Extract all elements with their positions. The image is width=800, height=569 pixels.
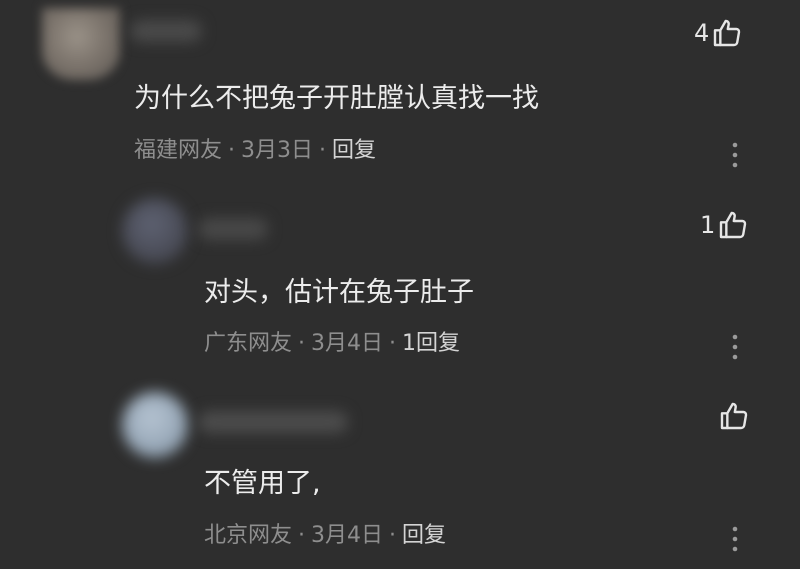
more-vertical-icon: [732, 334, 738, 360]
thumbs-up-icon: [720, 211, 747, 239]
like-count: 1: [700, 211, 716, 239]
separator: ·: [389, 523, 397, 548]
separator: ·: [298, 331, 306, 356]
reply-button[interactable]: 回复: [402, 523, 446, 548]
comment-meta: 福建网友 · 3月3日 · 回复: [134, 137, 376, 165]
comment-item: 1 对头，估计在兔子肚子 广东网友 · 3月4日 · 1回复: [0, 180, 800, 375]
comment-item: 不管用了, 北京网友 · 3月4日 · 回复: [0, 375, 800, 569]
comment-text: 为什么不把兔子开肚膛认真找一找: [134, 83, 539, 114]
separator: ·: [228, 138, 236, 163]
comment-meta: 北京网友 · 3月4日 · 回复: [204, 522, 446, 550]
comment-item: 4 为什么不把兔子开肚膛认真找一找 福建网友 · 3月3日 · 回复: [0, 0, 800, 180]
like-count: 4: [694, 19, 710, 47]
separator: ·: [298, 523, 306, 548]
like-button[interactable]: [716, 399, 750, 433]
username[interactable]: [130, 20, 202, 42]
more-vertical-icon: [732, 526, 738, 552]
region-label: 北京网友: [204, 523, 293, 548]
like-button[interactable]: 4: [694, 16, 743, 50]
region-label: 广东网友: [204, 331, 293, 356]
username[interactable]: [198, 218, 268, 240]
comment-thread: 4 为什么不把兔子开肚膛认真找一找 福建网友 · 3月3日 · 回复 1 对头，估计在兔…: [0, 0, 800, 569]
reply-button[interactable]: 回复: [332, 138, 376, 163]
separator: ·: [389, 331, 397, 356]
like-button[interactable]: 1: [700, 208, 749, 242]
comment-meta: 广东网友 · 3月4日 · 1回复: [204, 330, 460, 358]
thumbs-up-icon: [714, 19, 741, 47]
more-button[interactable]: [725, 524, 745, 554]
thumbs-up-icon: [720, 402, 748, 430]
avatar[interactable]: [42, 8, 120, 80]
reply-button[interactable]: 1回复: [402, 331, 460, 356]
more-button[interactable]: [725, 140, 745, 170]
comment-text: 不管用了,: [204, 468, 321, 499]
username[interactable]: [198, 411, 348, 433]
more-vertical-icon: [732, 142, 738, 168]
avatar[interactable]: [122, 392, 188, 458]
more-button[interactable]: [725, 332, 745, 362]
region-label: 福建网友: [134, 138, 223, 163]
comment-text: 对头，估计在兔子肚子: [204, 277, 474, 308]
date-label: 3月4日: [311, 331, 384, 356]
date-label: 3月4日: [311, 523, 384, 548]
date-label: 3月3日: [241, 138, 314, 163]
avatar[interactable]: [122, 198, 188, 264]
separator: ·: [319, 138, 327, 163]
